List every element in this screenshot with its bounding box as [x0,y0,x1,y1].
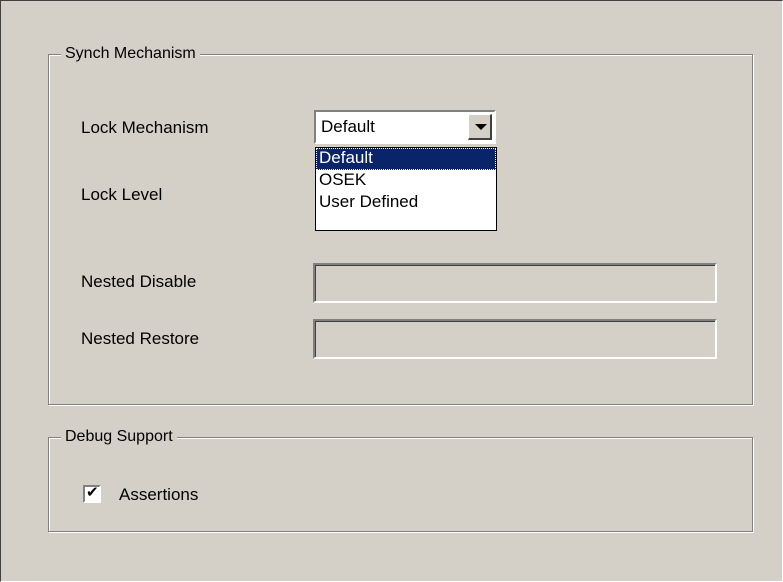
lock-mechanism-label: Lock Mechanism [81,118,209,137]
checkmark-icon: ✔ [86,484,99,501]
lock-mechanism-combobox[interactable]: Default [314,110,496,144]
dropdown-option-osek[interactable]: OSEK [316,170,496,192]
assertions-label[interactable]: Assertions [119,485,198,505]
debug-support-title: Debug Support [61,427,177,447]
lock-level-label: Lock Level [81,185,163,204]
assertions-checkbox[interactable]: ✔ [83,484,101,503]
dropdown-option-user-defined[interactable]: User Defined [316,192,496,214]
dialog-panel: Synch Mechanism Lock Mechanism Default D… [0,0,783,582]
nested-restore-field[interactable] [313,319,717,359]
nested-restore-label: Nested Restore [81,329,200,348]
dropdown-button[interactable] [468,114,492,140]
nested-disable-label: Nested Disable [81,272,197,291]
nested-disable-field[interactable] [313,263,717,303]
dropdown-option-default[interactable]: Default [316,148,496,170]
lock-mechanism-dropdown-list: Default OSEK User Defined [315,147,497,231]
chevron-down-icon [475,124,487,130]
synch-mechanism-title: Synch Mechanism [61,44,200,64]
lock-mechanism-value: Default [321,117,375,136]
